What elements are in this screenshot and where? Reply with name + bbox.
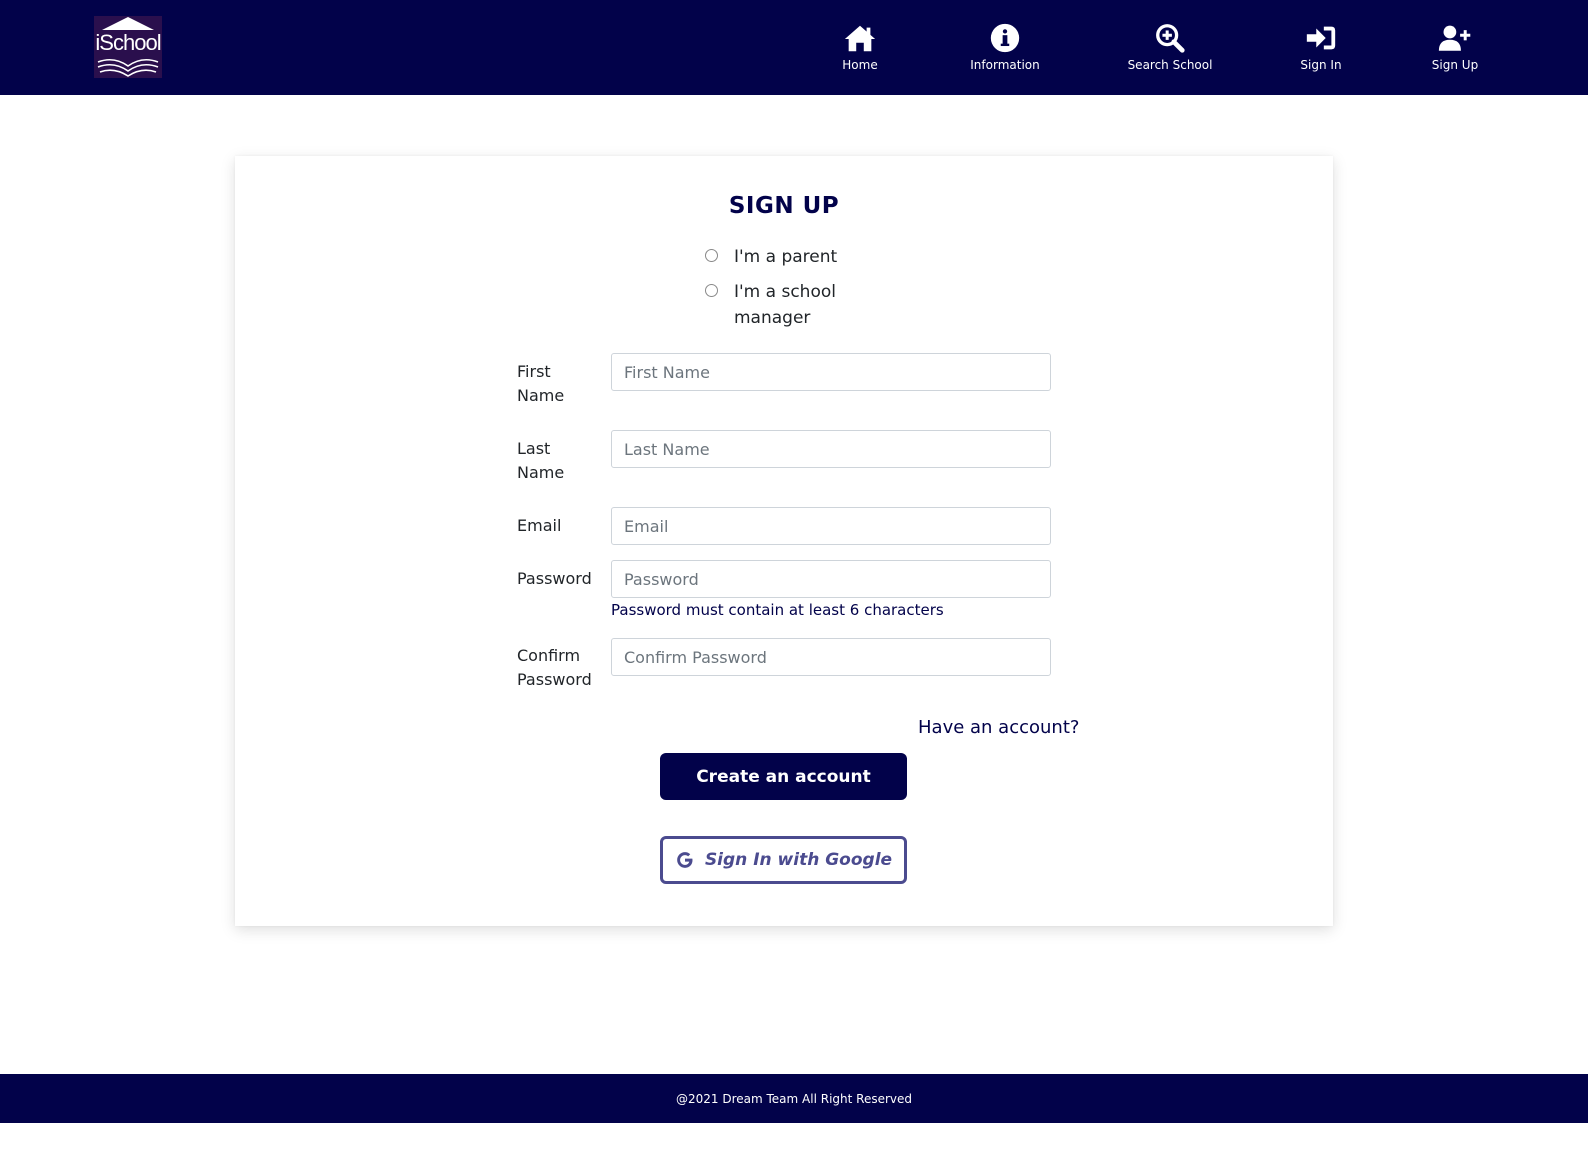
password-hint: Password must contain at least 6 charact…	[611, 601, 944, 619]
nav-label-sign-up: Sign Up	[1431, 58, 1479, 72]
ischool-logo[interactable]: iSchool	[94, 16, 162, 78]
parent-radio-label[interactable]: I'm a parent	[734, 244, 844, 270]
nav-label-search-school: Search School	[1127, 58, 1213, 72]
footer-copyright: @2021 Dream Team All Right Reserved	[676, 1091, 912, 1106]
password-label: Password	[517, 569, 592, 588]
user-plus-icon	[1438, 25, 1471, 51]
page-title: SIGN UP	[728, 193, 840, 219]
last-name-input[interactable]	[611, 430, 1051, 468]
google-button-label: Sign In with Google	[704, 850, 893, 870]
nav-item-sign-in[interactable]: Sign In	[1299, 22, 1343, 72]
nav-item-home[interactable]: Home	[842, 22, 878, 72]
nav-label-home: Home	[842, 58, 878, 72]
first-name-label: First Name	[517, 362, 565, 405]
create-account-button[interactable]: Create an account	[660, 753, 907, 800]
top-navbar: iSchool Home Information Search School S…	[0, 0, 1588, 95]
home-icon	[844, 25, 876, 52]
role-option-parent: I'm a parent	[705, 244, 844, 270]
school-manager-radio[interactable]	[705, 284, 718, 297]
email-input[interactable]	[611, 507, 1051, 545]
confirm-password-input[interactable]	[611, 638, 1051, 676]
role-option-school-manager: I'm a school manager	[705, 279, 844, 331]
nav-item-search-school[interactable]: Search School	[1127, 22, 1213, 72]
nav-label-sign-in: Sign In	[1300, 58, 1342, 72]
google-sign-in-button[interactable]: Sign In with Google	[660, 836, 907, 884]
search-plus-icon	[1156, 24, 1185, 53]
first-name-input[interactable]	[611, 353, 1051, 391]
nav-label-information: Information	[970, 58, 1040, 72]
sign-in-icon	[1306, 26, 1336, 50]
footer: @2021 Dream Team All Right Reserved	[0, 1074, 1588, 1123]
google-icon	[677, 852, 693, 868]
nav-item-sign-up[interactable]: Sign Up	[1431, 22, 1479, 72]
have-account-link[interactable]: Have an account?	[918, 717, 1079, 738]
password-input[interactable]	[611, 560, 1051, 598]
confirm-password-label: Confirm Password	[517, 646, 592, 689]
school-manager-radio-label[interactable]: I'm a school manager	[734, 279, 844, 331]
logo-text: iSchool	[95, 30, 161, 55]
signup-card: SIGN UP I'm a parent I'm a school manage…	[235, 156, 1333, 926]
info-icon	[990, 23, 1020, 53]
last-name-label: Last Name	[517, 439, 565, 482]
nav-item-information[interactable]: Information	[969, 22, 1041, 72]
parent-radio[interactable]	[705, 249, 718, 262]
email-label: Email	[517, 516, 562, 535]
